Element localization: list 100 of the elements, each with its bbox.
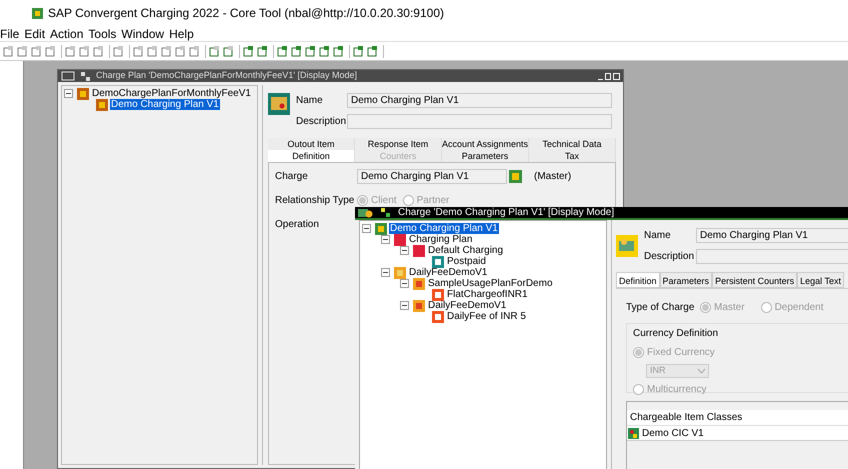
toolbar-icon[interactable] xyxy=(291,46,302,56)
collapse-toggle[interactable] xyxy=(381,235,390,244)
charge-node-icon xyxy=(375,222,387,234)
money-icon xyxy=(616,235,638,257)
radio-label: Dependent xyxy=(774,301,824,315)
radio-button[interactable] xyxy=(357,195,368,206)
radio-button[interactable] xyxy=(402,195,414,206)
tree-item[interactable]: Demo Charging Plan V1 xyxy=(389,223,499,234)
tab[interactable]: Definition xyxy=(268,150,355,162)
tree-item[interactable]: DemoChargePlanForMonthlyFeeV1 xyxy=(91,88,252,99)
charge-role: (Master) xyxy=(534,170,572,184)
field-label: Name xyxy=(296,94,324,108)
text-field[interactable] xyxy=(696,249,848,264)
toolbar-icon[interactable] xyxy=(189,46,200,56)
toolbar-icon[interactable] xyxy=(3,46,14,56)
toolbar-icon[interactable] xyxy=(257,46,268,56)
toolbar-icon[interactable] xyxy=(31,46,42,56)
tree-item[interactable]: SampleUsagePlanForDemo xyxy=(427,278,554,289)
item-class-icon xyxy=(628,428,639,438)
usage-node-icon xyxy=(413,278,425,290)
tab[interactable]: Outout Item xyxy=(268,138,355,150)
radio-button[interactable] xyxy=(760,302,772,313)
toolbar-icon[interactable] xyxy=(319,46,330,56)
radio-label: Partner xyxy=(416,194,450,208)
radio-label: Master xyxy=(714,301,745,315)
tree-window-icon xyxy=(381,208,390,217)
toolbar-icon[interactable] xyxy=(45,46,56,56)
toolbar-icon[interactable] xyxy=(175,46,186,56)
tab[interactable]: Response Item xyxy=(354,138,442,150)
tab[interactable]: Persistent Counters xyxy=(712,272,798,288)
tree-item[interactable]: DailyFeeDemoV1 xyxy=(408,267,488,278)
tree-item[interactable]: Postpaid xyxy=(446,256,487,267)
toolbar-icon[interactable] xyxy=(147,46,158,56)
toolbar-icon[interactable] xyxy=(113,46,124,56)
tab[interactable]: Parameters xyxy=(660,272,712,288)
radio-button[interactable] xyxy=(633,347,644,358)
collapse-toggle[interactable] xyxy=(400,246,409,255)
collapse-toggle[interactable] xyxy=(64,89,73,98)
caret-icon xyxy=(697,368,706,374)
toolbar-icon[interactable] xyxy=(243,46,254,56)
text-field[interactable] xyxy=(347,114,612,129)
collapse-toggle[interactable] xyxy=(400,301,409,310)
mode-node-icon xyxy=(432,256,444,268)
menu-item[interactable]: File xyxy=(0,24,20,42)
tab[interactable]: Account Assignments xyxy=(442,138,530,150)
toolbar-icon[interactable] xyxy=(161,46,172,56)
menu-item[interactable]: Help xyxy=(169,24,194,42)
field-label: Charge xyxy=(275,170,309,184)
menu-item[interactable]: Window xyxy=(121,24,164,42)
toolbar-icon[interactable] xyxy=(305,46,316,56)
toolbar-icon[interactable] xyxy=(353,46,364,56)
plan-node-icon xyxy=(413,244,425,256)
text-field[interactable]: Demo Charging Plan V1 xyxy=(347,93,612,108)
plan-icon xyxy=(268,93,290,115)
toolbar-icon[interactable] xyxy=(223,46,234,56)
charge-icon xyxy=(509,170,522,183)
menu-item[interactable]: Edit xyxy=(24,24,46,42)
tree-item[interactable]: Charging Plan xyxy=(408,234,474,245)
root-node-icon xyxy=(96,98,108,110)
fee-node-icon xyxy=(432,288,444,300)
tab[interactable]: Parameters xyxy=(442,150,529,162)
tab[interactable]: Definition xyxy=(616,272,660,288)
collapse-toggle[interactable] xyxy=(362,224,371,233)
field-label: Description xyxy=(296,115,347,129)
toolbar-icon[interactable] xyxy=(133,46,144,56)
text-field[interactable]: Demo Charging Plan V1 xyxy=(696,228,848,243)
toolbar-icon[interactable] xyxy=(333,46,344,56)
field-label: Description xyxy=(644,250,696,264)
toolbar-icon[interactable] xyxy=(17,46,28,56)
tree-item[interactable]: FlatChargeofINR1 xyxy=(446,289,529,300)
window-title: SAP Convergent Charging 2022 - Core Tool (nbal@http://10.0.20.30:9100) xyxy=(48,5,444,22)
toolbar-icon[interactable] xyxy=(65,46,76,56)
menu-item[interactable]: Tools xyxy=(88,24,116,42)
tree-item[interactable]: DailyFee of INR 5 xyxy=(446,311,527,322)
tab[interactable]: Legal Text xyxy=(797,272,844,288)
collapse-toggle[interactable] xyxy=(381,268,390,277)
radio-label: Fixed Currency xyxy=(647,346,715,360)
radio-label: Client xyxy=(371,194,397,208)
tree-item[interactable]: DailyFeeDemoV1 xyxy=(427,300,508,311)
text-field[interactable]: Demo Charging Plan V1 xyxy=(357,169,507,184)
toolbar-icon[interactable] xyxy=(367,46,378,56)
menu-item[interactable]: Action xyxy=(50,24,84,42)
field-label: Operation xyxy=(275,218,320,232)
radio-button[interactable] xyxy=(700,302,711,313)
tab[interactable]: Technical Data xyxy=(529,138,616,150)
plan-node-icon xyxy=(394,234,406,246)
tab[interactable]: Tax xyxy=(529,150,616,162)
collapse-toggle[interactable] xyxy=(400,279,409,288)
radio-button[interactable] xyxy=(633,384,644,395)
person-node-icon xyxy=(394,266,406,278)
toolbar-icon[interactable] xyxy=(93,46,104,56)
toolbar-icon[interactable] xyxy=(209,46,220,56)
toolbar-icon[interactable] xyxy=(277,46,288,56)
toolbar-icon[interactable] xyxy=(79,46,90,56)
tree-item[interactable]: Default Charging xyxy=(427,245,504,256)
tree-item[interactable]: Demo Charging Plan V1 xyxy=(110,99,220,110)
tree-window-icon xyxy=(81,72,90,80)
window-controls-icon[interactable] xyxy=(598,72,620,80)
app-logo-icon xyxy=(32,8,43,18)
radio-label: Multicurrency xyxy=(647,383,706,397)
